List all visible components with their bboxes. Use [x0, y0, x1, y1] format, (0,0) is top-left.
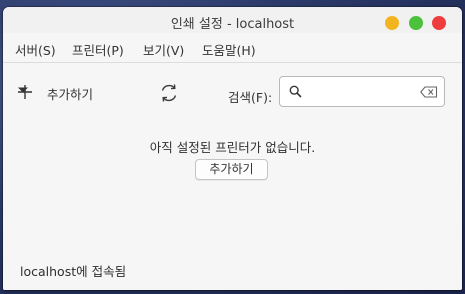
toolbar: 추가하기 검색(F): [3, 62, 462, 120]
refresh-icon[interactable] [157, 81, 181, 105]
search-icon [289, 85, 302, 98]
add-printer-label: 추가하기 [47, 87, 94, 102]
empty-message: 아직 설정된 프린터가 없습니다. [149, 140, 316, 155]
search-field[interactable] [279, 76, 445, 107]
status-text: localhost에 접속됨 [20, 264, 127, 279]
add-printer-button[interactable]: 추가하기 [17, 81, 135, 103]
printer-list-area: 아직 설정된 프린터가 없습니다. 추가하기 localhost에 접속됨 [3, 119, 462, 290]
dropdown-arrow-icon[interactable] [17, 84, 29, 96]
search-label: 검색(F): [228, 90, 273, 105]
minimize-button[interactable] [385, 16, 399, 30]
menu-view[interactable]: 보기(V) [143, 40, 184, 59]
menu-server[interactable]: 서버(S) [15, 40, 56, 59]
menu-help[interactable]: 도움말(H) [202, 40, 256, 59]
print-settings-window: 인쇄 설정 - localhost 서버(S) 프린터(P) 보기(V) 도움말… [3, 7, 462, 290]
menu-printer[interactable]: 프린터(P) [72, 40, 124, 59]
title-bar[interactable]: 인쇄 설정 - localhost [3, 7, 462, 33]
clear-icon[interactable] [420, 86, 438, 98]
search-input[interactable] [308, 82, 416, 101]
menu-bar: 서버(S) 프린터(P) 보기(V) 도움말(H) [3, 37, 462, 59]
add-printer-inline-button[interactable]: 추가하기 [195, 159, 268, 180]
maximize-button[interactable] [409, 16, 423, 30]
close-button[interactable] [432, 16, 446, 30]
